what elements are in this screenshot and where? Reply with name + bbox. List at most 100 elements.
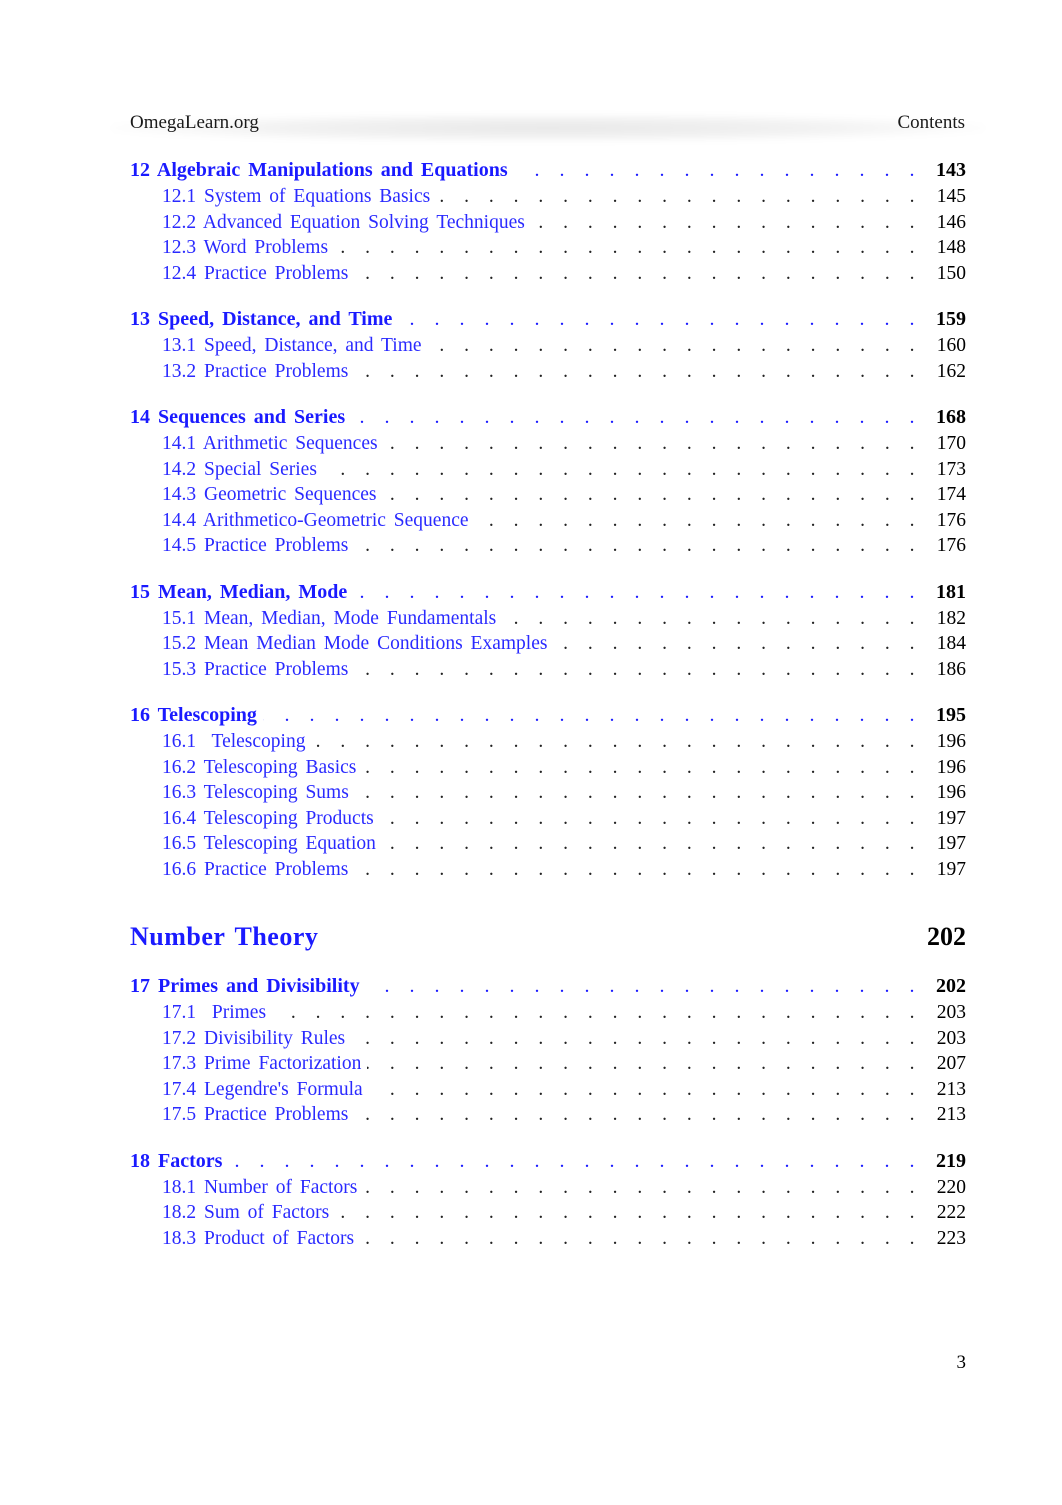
section-title-link[interactable]: 12.3 Word Problems bbox=[162, 235, 328, 261]
section-title-link[interactable]: 14.3 Geometric Sequences bbox=[162, 482, 376, 508]
section-title-link[interactable]: 16.6 Practice Problems bbox=[162, 857, 348, 883]
toc-chapter-entry[interactable]: 18 Factors . . . . . . . . . . . . . . .… bbox=[130, 1149, 966, 1175]
toc-section-entry[interactable]: 16.4 Telescoping Products . . . . . . . … bbox=[130, 806, 966, 832]
section-title-link[interactable]: 17.3 Prime Factorization bbox=[162, 1051, 361, 1077]
section-title-link[interactable]: 12.4 Practice Problems bbox=[162, 261, 348, 287]
dot-leader: . . . . . . . . . . . . . . . . . . . . … bbox=[335, 1202, 922, 1223]
section-title-link[interactable]: 14.4 Arithmetico-Geometric Sequence bbox=[162, 508, 469, 534]
toc-section-entry[interactable]: 12.2 Advanced Equation Solving Technique… bbox=[130, 210, 966, 236]
toc-section-entry[interactable]: 18.3 Product of Factors . . . . . . . . … bbox=[130, 1226, 966, 1252]
toc-part-entry[interactable]: Number Theory 202 bbox=[130, 922, 966, 952]
toc-section-entry[interactable]: 14.1 Arithmetic Sequences . . . . . . . … bbox=[130, 431, 966, 457]
chapter-title-link[interactable]: 18 Factors bbox=[130, 1149, 222, 1175]
dot-leader: . . . . . . . . . . . . . . . . . . . . … bbox=[382, 833, 922, 854]
section-page-number: 197 bbox=[936, 858, 966, 880]
toc-section-entry[interactable]: 17.5 Practice Problems . . . . . . . . .… bbox=[130, 1102, 966, 1128]
toc-section-entry[interactable]: 18.2 Sum of Factors . . . . . . . . . . … bbox=[130, 1200, 966, 1226]
section-page-number: 162 bbox=[936, 360, 966, 382]
chapter-page-number: 202 bbox=[936, 975, 966, 997]
section-title-link[interactable]: 16.2 Telescoping Basics bbox=[162, 755, 356, 781]
chapter-title-link[interactable]: 16 Telescoping bbox=[130, 703, 257, 729]
toc-chapter-entry[interactable]: 14 Sequences and Series . . . . . . . . … bbox=[130, 405, 966, 431]
section-page-number: 176 bbox=[936, 535, 966, 556]
section-title-link[interactable]: 16.4 Telescoping Products bbox=[162, 806, 374, 832]
section-page-number: 182 bbox=[936, 607, 966, 629]
toc-chapter-group: 17 Primes and Divisibility . . . . . . .… bbox=[130, 974, 966, 1128]
toc-chapter-entry[interactable]: 15 Mean, Median, Mode . . . . . . . . . … bbox=[130, 580, 966, 606]
part-page-number: 202 bbox=[927, 922, 966, 951]
dot-leader: . . . . . . . . . . . . . . . . . . . . … bbox=[228, 1149, 922, 1172]
section-title-link[interactable]: 16.3 Telescoping Sums bbox=[162, 780, 349, 806]
toc-section-entry[interactable]: 18.1 Number of Factors . . . . . . . . .… bbox=[130, 1175, 966, 1201]
dot-leader: . . . . . . . . . . . . . . . . . . . . … bbox=[354, 262, 922, 284]
section-title-link[interactable]: 14.1 Arithmetic Sequences bbox=[162, 431, 378, 457]
section-title-link[interactable]: 12.2 Advanced Equation Solving Technique… bbox=[162, 210, 525, 236]
chapter-title-link[interactable]: 13 Speed, Distance, and Time bbox=[130, 307, 392, 333]
toc-section-entry[interactable]: 13.1 Speed, Distance, and Time . . . . .… bbox=[130, 333, 966, 359]
section-title-link[interactable]: 18.2 Sum of Factors bbox=[162, 1200, 329, 1226]
dot-leader: . . . . . . . . . . . . . . . . . . . . … bbox=[366, 975, 922, 997]
page-number: 3 bbox=[956, 1352, 967, 1373]
toc-section-entry[interactable]: 16.1 Telescoping . . . . . . . . . . . .… bbox=[130, 729, 966, 755]
section-title-link[interactable]: 17.5 Practice Problems bbox=[162, 1102, 348, 1128]
dot-leader: . . . . . . . . . . . . . . . . . . . . … bbox=[531, 211, 922, 233]
part-title[interactable]: Number Theory bbox=[130, 922, 927, 952]
toc-section-entry[interactable]: 16.5 Telescoping Equation . . . . . . . … bbox=[130, 831, 966, 857]
running-header: OmegaLearn.org Contents bbox=[112, 104, 984, 142]
section-title-link[interactable]: 13.1 Speed, Distance, and Time bbox=[162, 333, 422, 359]
section-title-link[interactable]: 15.3 Practice Problems bbox=[162, 657, 348, 683]
toc-section-entry[interactable]: 17.2 Divisibility Rules . . . . . . . . … bbox=[130, 1026, 966, 1052]
dot-leader: . . . . . . . . . . . . . . . . . . . . … bbox=[272, 1002, 922, 1023]
toc-section-entry[interactable]: 16.2 Telescoping Basics . . . . . . . . … bbox=[130, 755, 966, 781]
chapter-title-link[interactable]: 15 Mean, Median, Mode bbox=[130, 580, 347, 606]
section-title-link[interactable]: 18.1 Number of Factors bbox=[162, 1175, 357, 1201]
section-page-number: 207 bbox=[936, 1053, 966, 1074]
toc-section-entry[interactable]: 15.1 Mean, Median, Mode Fundamentals . .… bbox=[130, 606, 966, 632]
section-title-link[interactable]: 16.5 Telescoping Equation bbox=[162, 831, 376, 857]
section-title-link[interactable]: 14.5 Practice Problems bbox=[162, 533, 348, 559]
toc-section-entry[interactable]: 13.2 Practice Problems . . . . . . . . .… bbox=[130, 359, 966, 385]
section-page-number: 196 bbox=[936, 782, 966, 803]
dot-leader: . . . . . . . . . . . . . . . . . . . . … bbox=[263, 704, 922, 726]
chapter-title-link[interactable]: 17 Primes and Divisibility bbox=[130, 974, 360, 1000]
toc-section-entry[interactable]: 17.4 Legendre's Formula . . . . . . . . … bbox=[130, 1077, 966, 1103]
section-title-link[interactable]: 16.1 Telescoping bbox=[162, 729, 305, 755]
toc-section-entry[interactable]: 16.6 Practice Problems . . . . . . . . .… bbox=[130, 857, 966, 883]
toc-section-entry[interactable]: 12.1 System of Equations Basics . . . . … bbox=[130, 184, 966, 210]
table-of-contents: 12 Algebraic Manipulations and Equations… bbox=[130, 158, 966, 1272]
section-title-link[interactable]: 17.2 Divisibility Rules bbox=[162, 1026, 345, 1052]
section-title-link[interactable]: 12.1 System of Equations Basics bbox=[162, 184, 430, 210]
section-title-link[interactable]: 13.2 Practice Problems bbox=[162, 359, 348, 385]
toc-section-entry[interactable]: 14.3 Geometric Sequences . . . . . . . .… bbox=[130, 482, 966, 508]
toc-section-entry[interactable]: 16.3 Telescoping Sums . . . . . . . . . … bbox=[130, 780, 966, 806]
toc-section-entry[interactable]: 17.1 Primes . . . . . . . . . . . . . . … bbox=[130, 1000, 966, 1026]
toc-section-entry[interactable]: 14.4 Arithmetico-Geometric Sequence . . … bbox=[130, 508, 966, 534]
toc-chapter-entry[interactable]: 16 Telescoping . . . . . . . . . . . . .… bbox=[130, 703, 966, 729]
dot-leader: . . . . . . . . . . . . . . . . . . . . … bbox=[367, 1053, 922, 1074]
toc-section-entry[interactable]: 14.5 Practice Problems . . . . . . . . .… bbox=[130, 533, 966, 559]
toc-chapter-entry[interactable]: 13 Speed, Distance, and Time . . . . . .… bbox=[130, 307, 966, 333]
toc-section-entry[interactable]: 17.3 Prime Factorization . . . . . . . .… bbox=[130, 1051, 966, 1077]
section-page-number: 184 bbox=[936, 633, 966, 654]
chapter-title-link[interactable]: 12 Algebraic Manipulations and Equations bbox=[130, 158, 508, 184]
section-title-link[interactable]: 14.2 Special Series bbox=[162, 457, 317, 483]
section-title-link[interactable]: 17.4 Legendre's Formula bbox=[162, 1077, 363, 1103]
toc-section-entry[interactable]: 15.2 Mean Median Mode Conditions Example… bbox=[130, 631, 966, 657]
dot-leader: . . . . . . . . . . . . . . . . . . . . … bbox=[360, 1227, 922, 1249]
dot-leader: . . . . . . . . . . . . . . . . . . . . … bbox=[354, 858, 922, 880]
toc-chapter-entry[interactable]: 12 Algebraic Manipulations and Equations… bbox=[130, 158, 966, 184]
section-title-link[interactable]: 15.2 Mean Median Mode Conditions Example… bbox=[162, 631, 547, 657]
toc-section-entry[interactable]: 12.4 Practice Problems . . . . . . . . .… bbox=[130, 261, 966, 287]
chapter-page-number: 219 bbox=[936, 1149, 966, 1172]
toc-chapter-entry[interactable]: 17 Primes and Divisibility . . . . . . .… bbox=[130, 974, 966, 1000]
section-title-link[interactable]: 18.3 Product of Factors bbox=[162, 1226, 354, 1252]
toc-section-entry[interactable]: 15.3 Practice Problems . . . . . . . . .… bbox=[130, 657, 966, 683]
toc-section-entry[interactable]: 14.2 Special Series . . . . . . . . . . … bbox=[130, 457, 966, 483]
chapter-title-link[interactable]: 14 Sequences and Series bbox=[130, 405, 345, 431]
section-page-number: 174 bbox=[936, 484, 966, 505]
section-page-number: 145 bbox=[936, 186, 966, 207]
chapter-page-number: 181 bbox=[936, 580, 966, 603]
section-title-link[interactable]: 17.1 Primes bbox=[162, 1000, 266, 1026]
section-title-link[interactable]: 15.1 Mean, Median, Mode Fundamentals bbox=[162, 606, 496, 632]
toc-section-entry[interactable]: 12.3 Word Problems . . . . . . . . . . .… bbox=[130, 235, 966, 261]
